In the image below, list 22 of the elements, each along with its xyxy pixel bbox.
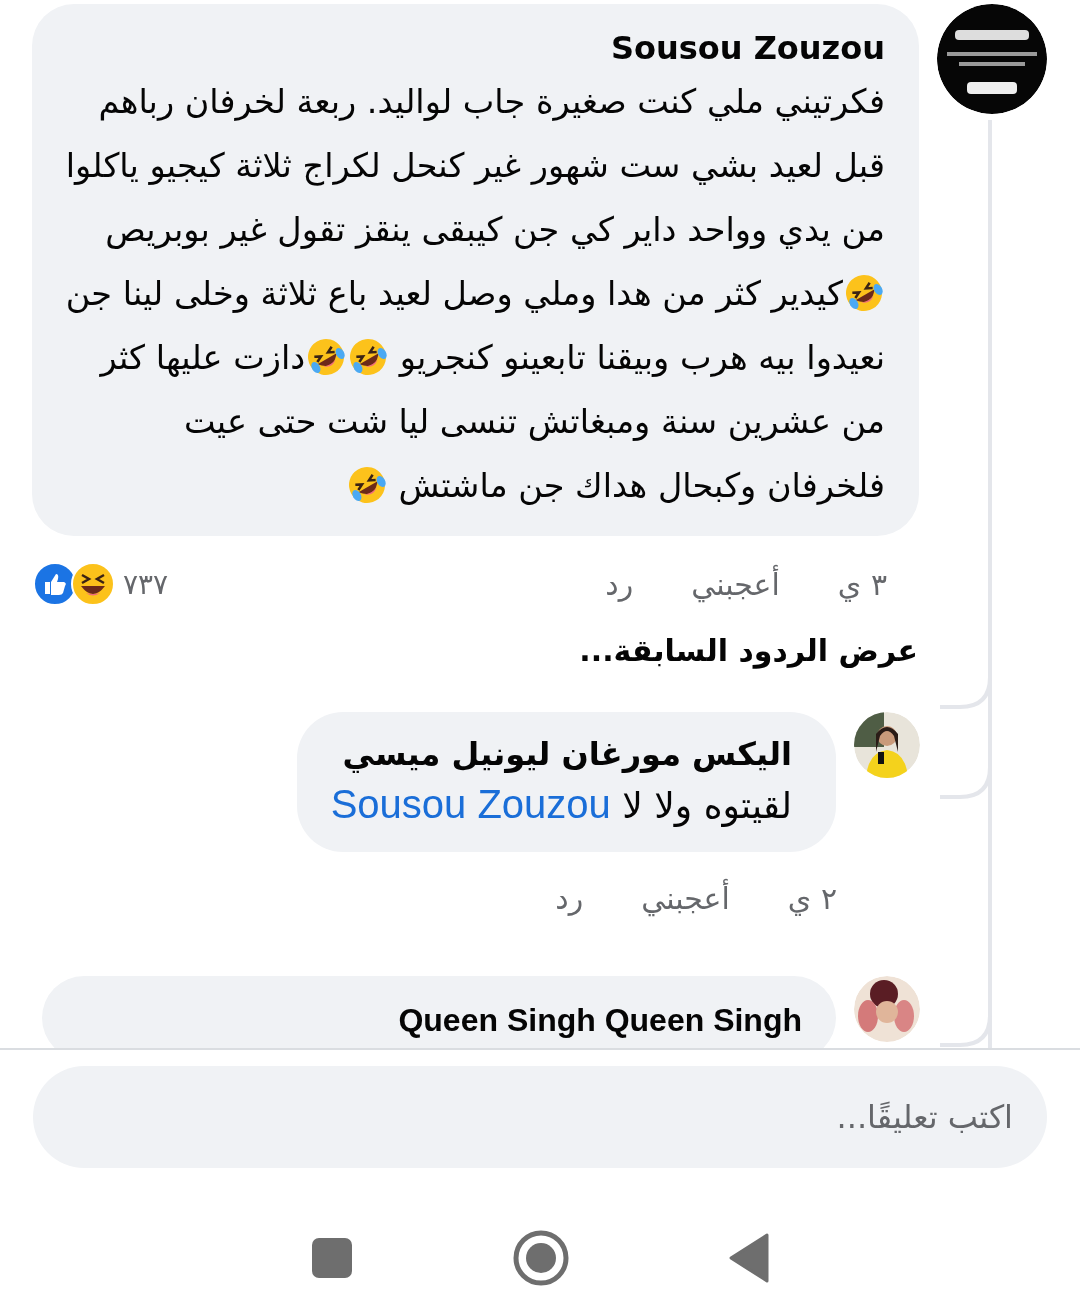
author-name[interactable]: Queen Singh Queen Singh bbox=[72, 998, 802, 1042]
comment-input-field[interactable]: اكتب تعليقًا... bbox=[33, 1066, 1047, 1168]
comment-time: ٢ ي bbox=[787, 880, 837, 916]
recent-apps-icon[interactable] bbox=[311, 1237, 353, 1279]
laughing-reaction-icon bbox=[71, 562, 115, 606]
comment-time: ٣ ي bbox=[837, 566, 887, 602]
reply-button[interactable]: رد bbox=[605, 566, 634, 602]
comment-text: فكرتيني ملي كنت صغيرة جاب لواليد. ربعة لخرفان رباهم قبل لعيد بشي ست شهور غير كنحل لكراج ثلاثة كيجيو ياكلوا من يدي وواحد داير كي جن كيبقى ينقز تقول غير بوبريص كيدير كثر من هدا وملي وصل لعيد باع ثلاثة وخلى لينا جن نعيدوا بيه هرب وبيقنا تابعينو كنجريو دازت عليها كثر من عشرين سنة ومبغاتش تنسى ليا شت حتى عيت فلخرفان وكبحال هداك جن ماشتش bbox=[64, 81, 885, 507]
mention-link[interactable]: Sousou Zouzou bbox=[330, 782, 611, 826]
reply-button[interactable]: رد bbox=[555, 880, 584, 916]
rolling-laughing-emoji-icon bbox=[346, 465, 387, 505]
rolling-laughing-emoji-icon bbox=[844, 273, 884, 313]
rolling-laughing-emoji-icon bbox=[348, 337, 389, 377]
view-previous-replies-link[interactable]: عرض الردود السابقة... bbox=[579, 618, 1080, 676]
home-icon[interactable] bbox=[513, 1230, 569, 1286]
author-name[interactable]: اليكس مورغان ليونيل ميسي bbox=[330, 732, 792, 776]
back-icon[interactable] bbox=[729, 1233, 769, 1283]
like-button[interactable]: أعجبني bbox=[641, 880, 730, 916]
author-name[interactable]: Sousou Zouzou bbox=[62, 26, 885, 70]
like-button[interactable]: أعجبني bbox=[691, 566, 780, 602]
rolling-laughing-emoji-icon bbox=[306, 337, 347, 377]
reaction-count: ٧٣٧ bbox=[123, 567, 169, 601]
